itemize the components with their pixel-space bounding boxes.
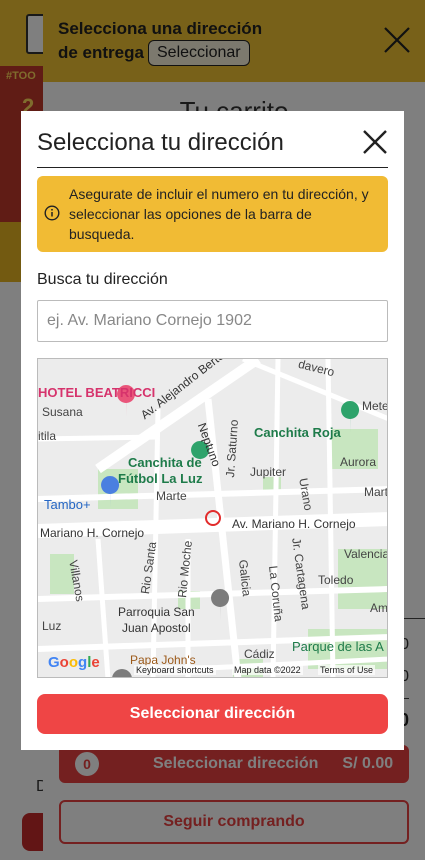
notice-text: Asegurate de incluir el numero en tu dir… (69, 186, 369, 242)
map-label: Canchita de (128, 455, 202, 470)
info-icon (44, 205, 60, 221)
map-data-attribution: Map data ©2022 (232, 665, 303, 675)
map-label: Luz (42, 619, 62, 633)
map-label: Mart (364, 485, 388, 499)
select-address-button[interactable]: Seleccionar dirección (37, 694, 388, 734)
map-label: Valencia (344, 547, 388, 561)
address-notice: Asegurate de incluir el numero en tu dir… (37, 176, 388, 252)
map-label: Am (370, 601, 388, 615)
map-label: Tambo+ (44, 497, 91, 512)
map-label: Parroquia San (118, 605, 195, 619)
map-label: Av. Mariano H. Cornejo (232, 517, 356, 531)
close-icon[interactable] (361, 128, 389, 156)
terms-link[interactable]: Terms of Use (318, 665, 376, 675)
map-label: itila (38, 429, 57, 443)
map-label: Cádiz (244, 647, 275, 661)
map-label: Toledo (318, 573, 354, 587)
keyboard-shortcuts-link[interactable]: Keyboard shortcuts (134, 665, 216, 675)
map-label: Canchita Roja (254, 425, 341, 440)
map-label: Juan Apostol (122, 621, 191, 635)
map-label: Parque de las A (292, 639, 384, 654)
map-label: Mete (362, 399, 388, 413)
address-map[interactable]: HOTEL BEATRICCI Susana itila Av. Alejand… (37, 358, 388, 678)
address-search-input[interactable] (37, 300, 388, 342)
map-label: HOTEL BEATRICCI (38, 385, 156, 400)
map-label: Jupiter (250, 465, 287, 479)
address-modal: Selecciona tu dirección Asegurate de inc… (21, 111, 404, 750)
map-label: Susana (42, 405, 83, 419)
map-label: Aurora (340, 455, 377, 469)
map-label: Mariano H. Cornejo (40, 526, 145, 540)
divider (37, 167, 388, 168)
map-label: Fútbol La Luz (118, 471, 203, 486)
modal-title: Selecciona tu dirección (37, 129, 284, 156)
map-label: Marte (156, 489, 187, 503)
google-logo: Google (48, 654, 100, 671)
search-label: Busca tu dirección (37, 271, 168, 288)
